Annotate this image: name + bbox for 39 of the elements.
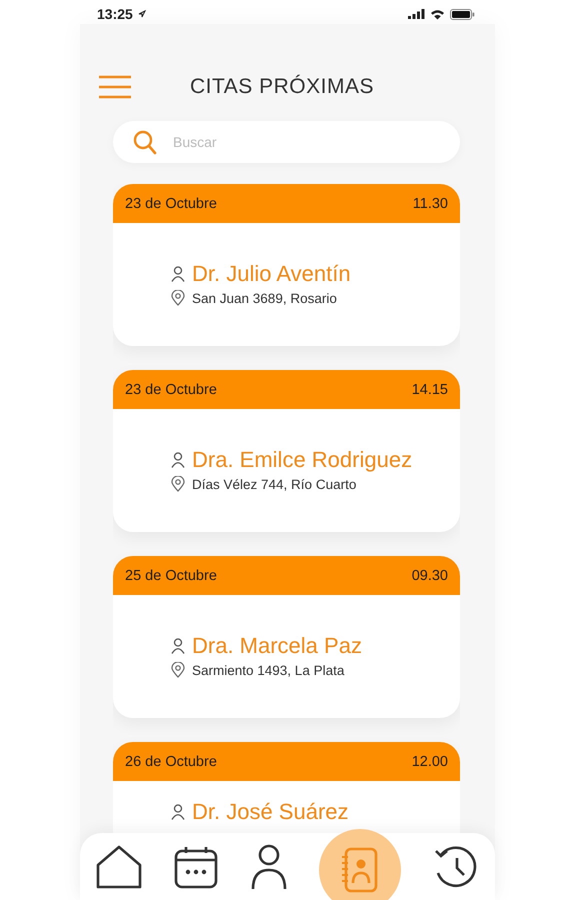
doctor-name: Dr. Julio Aventín xyxy=(192,261,351,287)
search-bar[interactable]: Buscar xyxy=(113,121,460,163)
person-icon[interactable] xyxy=(250,844,286,890)
appointment-date: 26 de Octubre xyxy=(125,754,217,770)
wifi-icon xyxy=(430,8,445,20)
signal-icon xyxy=(408,9,425,19)
appointment-card[interactable]: 26 de Octubre 12.00 Dr. José Suárez xyxy=(113,742,460,836)
address-text: Sarmiento 1493, La Plata xyxy=(192,662,344,678)
calendar-icon[interactable] xyxy=(174,844,218,888)
doctor-name: Dra. Marcela Paz xyxy=(192,633,362,659)
location-pin-icon xyxy=(171,662,185,678)
history-icon[interactable] xyxy=(433,844,479,888)
doctor-name: Dra. Emilce Rodriguez xyxy=(192,447,412,473)
appointment-time: 14.15 xyxy=(412,382,448,398)
person-icon xyxy=(171,266,185,282)
battery-icon xyxy=(450,8,475,20)
appointment-date: 23 de Octubre xyxy=(125,196,217,212)
person-icon xyxy=(171,452,185,468)
appointment-date: 23 de Octubre xyxy=(125,382,217,398)
doctor-name: Dr. José Suárez xyxy=(192,799,349,825)
status-time: 13:25 xyxy=(97,6,133,22)
location-arrow-icon xyxy=(138,10,146,18)
appointment-date: 25 de Octubre xyxy=(125,568,217,584)
appointment-card[interactable]: 25 de Octubre 09.30 Dra. Marcela Paz Sarmiento 1493, La Plata xyxy=(113,556,460,718)
appointment-time: 11.30 xyxy=(412,196,448,212)
appointment-card[interactable]: 23 de Octubre 11.30 Dr. Julio Aventín San Juan 3689, Rosario xyxy=(113,184,460,346)
appointment-time: 09.30 xyxy=(412,568,448,584)
address-text: San Juan 3689, Rosario xyxy=(192,290,337,306)
appointment-card[interactable]: 23 de Octubre 14.15 Dra. Emilce Rodriguez Días Vélez 744, Río Cuarto xyxy=(113,370,460,532)
search-icon xyxy=(133,130,157,154)
location-pin-icon xyxy=(171,476,185,492)
location-pin-icon xyxy=(171,290,185,306)
appointment-time: 12.00 xyxy=(412,754,448,770)
page-title: CITAS PRÓXIMAS xyxy=(190,75,374,99)
search-field[interactable]: Buscar xyxy=(171,133,448,151)
person-icon xyxy=(171,804,185,820)
person-icon xyxy=(171,638,185,654)
home-icon[interactable] xyxy=(96,844,142,888)
address-text: Días Vélez 744, Río Cuarto xyxy=(192,476,356,492)
